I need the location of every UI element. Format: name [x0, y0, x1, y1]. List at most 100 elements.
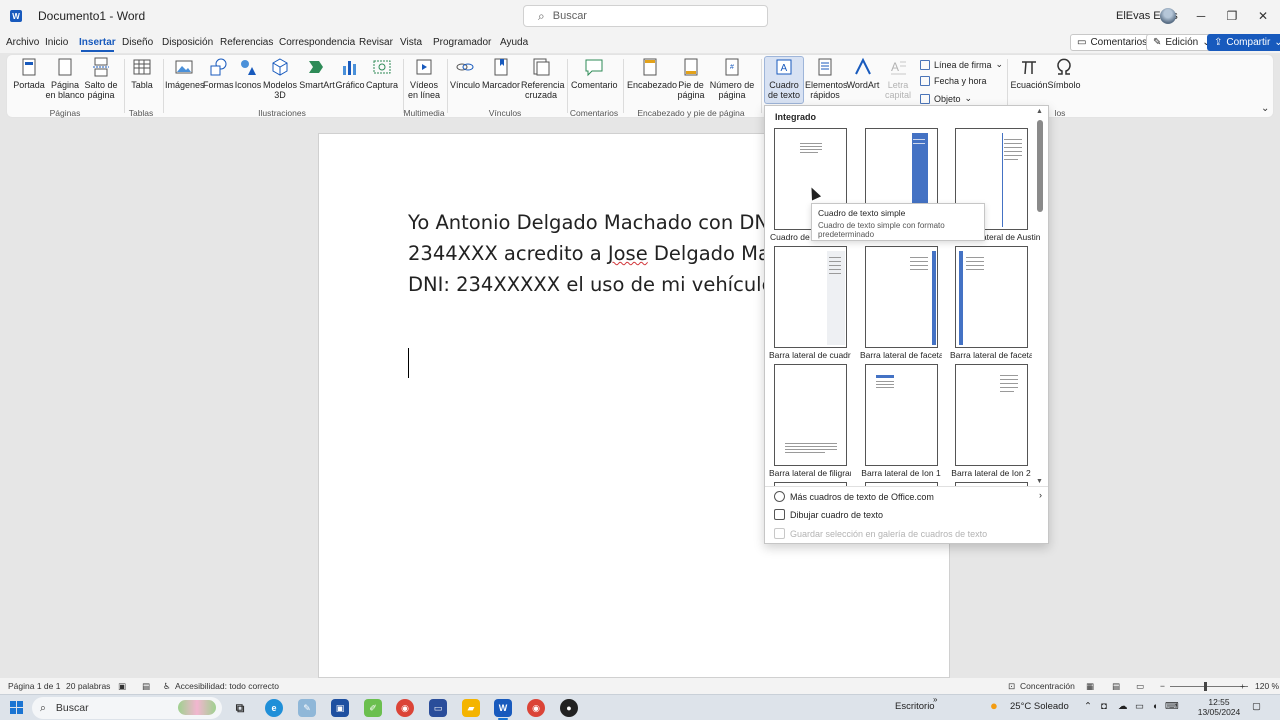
close-button[interactable]: ✕: [1253, 6, 1273, 26]
tab-referencias[interactable]: Referencias: [220, 37, 273, 48]
page-number-button[interactable]: # Número de página: [709, 57, 755, 100]
tab-disposicion[interactable]: Disposición: [162, 37, 213, 48]
focus-mode-button[interactable]: Concentración: [1020, 681, 1075, 691]
chrome-profile-icon[interactable]: ◉: [527, 699, 545, 717]
weather[interactable]: 25°C Soleado: [1010, 701, 1069, 712]
save-selection-menu-item[interactable]: Guardar selección en galería de cuadros …: [765, 524, 1048, 543]
symbol-button[interactable]: Símbolo: [1047, 57, 1081, 90]
tab-correspondencia[interactable]: Correspondencia: [279, 37, 355, 48]
desktop-label[interactable]: Escritorio: [895, 701, 935, 712]
cloud-icon[interactable]: ☁: [1118, 701, 1128, 712]
tab-revisar[interactable]: Revisar: [359, 37, 393, 48]
page-break-button[interactable]: Salto de página: [83, 57, 119, 100]
tab-programador[interactable]: Programador: [433, 37, 491, 48]
gallery-tile-ion1[interactable]: [865, 364, 938, 466]
avatar[interactable]: [1160, 8, 1176, 24]
chart-button[interactable]: Gráfico: [335, 57, 365, 90]
zoom-slider-knob[interactable]: [1204, 682, 1207, 691]
network-icon[interactable]: ▭: [1135, 701, 1144, 712]
read-mode-icon[interactable]: ▦: [1086, 681, 1094, 692]
zoom-in-icon[interactable]: +: [1240, 681, 1245, 691]
remote-desktop-icon[interactable]: ▭: [429, 699, 447, 717]
volume-icon[interactable]: ◖: [1152, 701, 1158, 712]
scrollbar-thumb[interactable]: [1037, 120, 1043, 212]
windows-start-icon[interactable]: [10, 701, 23, 714]
zoom-out-icon[interactable]: −: [1160, 681, 1165, 691]
tab-ayuda[interactable]: Ayuda: [500, 37, 528, 48]
notepad-icon[interactable]: ✐: [364, 699, 382, 717]
date-time-button[interactable]: Fecha y hora: [920, 76, 987, 86]
obs-icon[interactable]: ●: [560, 699, 578, 717]
icons-button[interactable]: Iconos: [233, 57, 263, 90]
blank-page-button[interactable]: Página en blanco: [45, 57, 85, 100]
draw-text-box-menu-item[interactable]: Dibujar cuadro de texto: [765, 505, 1048, 524]
gallery-scrollbar[interactable]: ▲ ▼: [1036, 108, 1044, 486]
gallery-tile-faceta-der[interactable]: [955, 246, 1028, 348]
file-explorer-icon[interactable]: ▰: [462, 699, 480, 717]
page-count[interactable]: Página 1 de 1: [8, 681, 60, 691]
taskbar-search[interactable]: ⌕ Buscar: [32, 697, 222, 719]
misspelled-word[interactable]: Jose: [608, 242, 648, 265]
word-app-icon[interactable]: W: [10, 10, 22, 22]
system-clock[interactable]: 12:55 13/05/2024: [1196, 697, 1242, 717]
task-view-icon[interactable]: ⧉: [231, 699, 249, 717]
gallery-tile-ion2[interactable]: [955, 364, 1028, 466]
footer-button[interactable]: Pie de página: [673, 57, 709, 100]
tab-insertar[interactable]: Insertar: [79, 37, 116, 52]
bookmark-button[interactable]: Marcador: [481, 57, 521, 90]
word-taskbar-icon[interactable]: W: [494, 699, 512, 717]
smartart-button[interactable]: SmartArt: [299, 57, 335, 90]
chevron-up-icon[interactable]: ⌃: [1084, 701, 1092, 712]
gallery-tile-filigrana[interactable]: [774, 364, 847, 466]
search-input[interactable]: ⌕ Buscar: [523, 5, 768, 27]
document-body[interactable]: Yo Antonio Delgado Machado con DNI: 2344…: [408, 207, 768, 300]
maximize-button[interactable]: ❐: [1222, 6, 1242, 26]
portada-button[interactable]: Portada: [11, 57, 47, 90]
signature-line-button[interactable]: Línea de firma ⌄: [920, 59, 1003, 70]
wordart-button[interactable]: WordArt: [845, 57, 881, 90]
online-video-button[interactable]: Vídeos en línea: [405, 57, 443, 100]
tab-inicio[interactable]: Inicio: [45, 37, 68, 48]
share-button[interactable]: ⇪ Compartir ⌄: [1207, 34, 1280, 51]
comments-button[interactable]: ▭ Comentarios: [1070, 34, 1155, 51]
header-button[interactable]: Encabezado: [627, 57, 677, 90]
web-layout-icon[interactable]: ▭: [1136, 681, 1144, 692]
collapse-ribbon-icon[interactable]: ⌄: [1261, 103, 1269, 114]
cross-reference-button[interactable]: Referencia cruzada: [521, 57, 565, 100]
gallery-tile-cuadricula[interactable]: [774, 246, 847, 348]
drop-cap-button[interactable]: A Letra capital: [881, 57, 915, 100]
comment-button[interactable]: Comentario: [571, 57, 618, 90]
tab-diseno[interactable]: Diseño: [122, 37, 153, 48]
notification-icon[interactable]: ▢: [1252, 701, 1261, 712]
print-layout-icon[interactable]: ▤: [1112, 681, 1120, 692]
link-button[interactable]: Vínculo: [449, 57, 481, 90]
keyboard-icon[interactable]: ⌨: [1165, 701, 1179, 712]
macro-icon[interactable]: ▤: [142, 681, 150, 692]
quick-parts-button[interactable]: Elementos rápidos: [805, 57, 848, 100]
screenshot-button[interactable]: Captura: [365, 57, 399, 90]
images-button[interactable]: Imágenes: [165, 57, 205, 90]
equation-button[interactable]: Ecuación: [1009, 57, 1049, 90]
word-count[interactable]: 20 palabras: [66, 681, 110, 691]
3d-models-button[interactable]: Modelos 3D: [263, 57, 297, 100]
store-icon[interactable]: ▣: [331, 699, 349, 717]
tab-vista[interactable]: Vista: [400, 37, 422, 48]
chrome-icon[interactable]: ◉: [396, 699, 414, 717]
text-box-button[interactable]: A Cuadro de texto: [764, 56, 804, 104]
zoom-level[interactable]: 120 %: [1255, 681, 1279, 691]
proofing-icon[interactable]: ▣: [118, 681, 126, 692]
scroll-down-icon[interactable]: ▼: [1036, 478, 1043, 485]
camera-icon[interactable]: ◘: [1101, 701, 1107, 712]
chevron-right-icon[interactable]: »: [933, 695, 937, 704]
scroll-up-icon[interactable]: ▲: [1036, 108, 1043, 115]
shapes-button[interactable]: Formas: [203, 57, 234, 90]
object-button[interactable]: Objeto ⌄: [920, 93, 972, 104]
table-button[interactable]: Tabla: [127, 57, 157, 90]
zoom-slider[interactable]: [1170, 686, 1248, 687]
gallery-tile-faceta-izq[interactable]: [865, 246, 938, 348]
tab-archivo[interactable]: Archivo: [6, 37, 39, 48]
accessibility-status[interactable]: Accesibilidad: todo correcto: [175, 681, 279, 691]
minimize-button[interactable]: ─: [1191, 6, 1211, 26]
edge-icon[interactable]: e: [265, 699, 283, 717]
more-text-boxes-menu-item[interactable]: Más cuadros de texto de Office.com ›: [765, 487, 1048, 506]
